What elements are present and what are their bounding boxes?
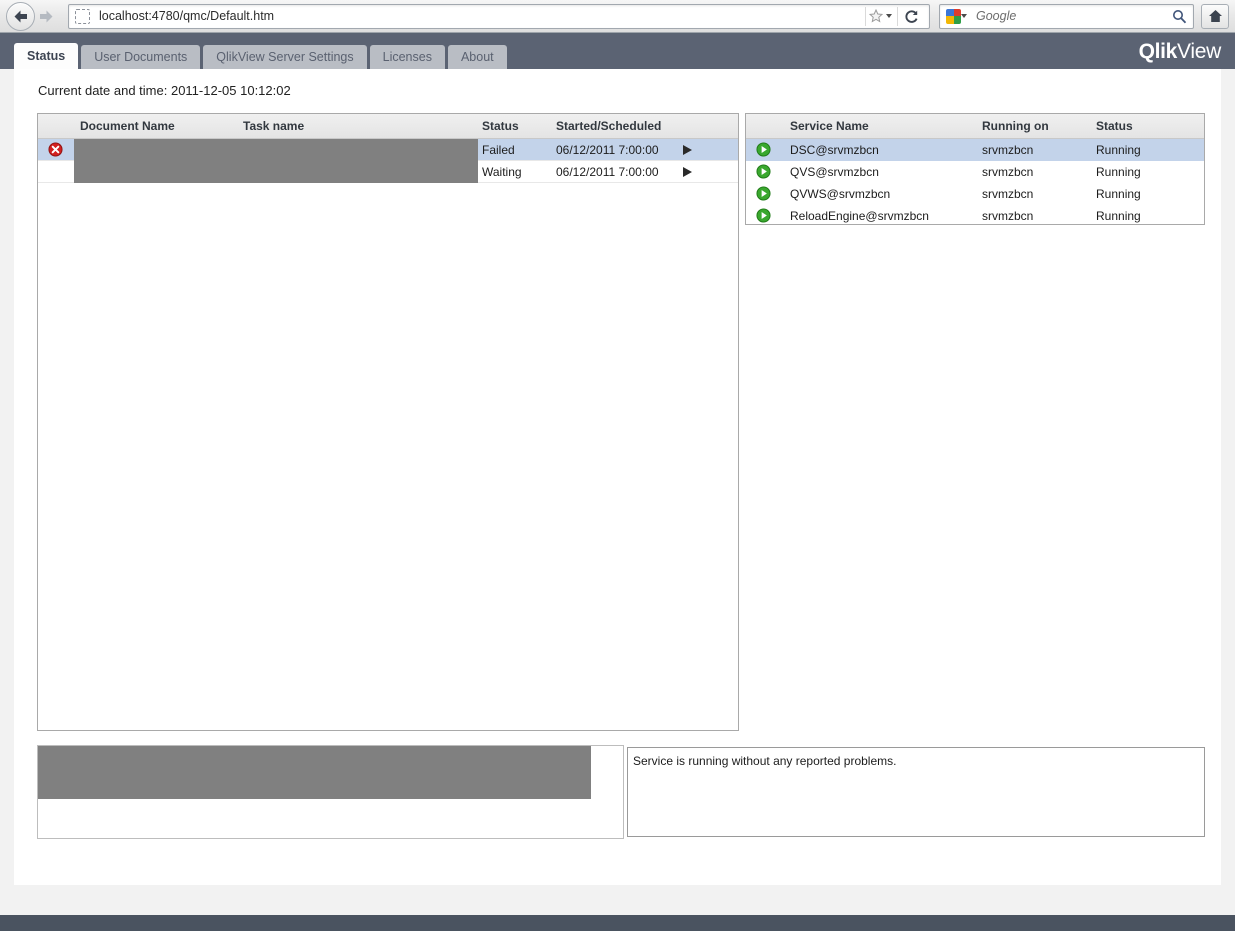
cell-service-name: ReloadEngine@srvmzbcn [790, 209, 929, 223]
column-header-running-on[interactable]: Running on [982, 119, 1049, 133]
cell-status: Waiting [482, 165, 522, 179]
logo-regular-text: View [1177, 40, 1221, 63]
service-log-panel: Service is running without any reported … [627, 747, 1205, 837]
tasks-table-header: Document Name Task name Status Started/S… [38, 114, 738, 139]
column-header-started-scheduled[interactable]: Started/Scheduled [556, 119, 661, 133]
magnifier-icon[interactable] [1172, 9, 1187, 24]
tab-about[interactable]: About [447, 45, 507, 69]
cell-service-name: DSC@srvmzbcn [790, 143, 879, 157]
play-running-icon [756, 208, 771, 223]
tab-licenses[interactable]: Licenses [369, 45, 445, 69]
browser-nav-bar: localhost:4780/qmc/Default.htm Google [0, 0, 1235, 33]
play-running-icon [756, 164, 771, 179]
run-triangle-icon[interactable] [683, 145, 692, 155]
browser-window: localhost:4780/qmc/Default.htm Google St… [0, 0, 1235, 931]
column-header-service-name[interactable]: Service Name [790, 119, 869, 133]
cell-running-on: srvmzbcn [982, 209, 1034, 223]
cell-running-on: srvmzbcn [982, 187, 1034, 201]
chevron-down-icon [886, 14, 892, 18]
tasks-panel: Document Name Task name Status Started/S… [37, 113, 739, 731]
url-text: localhost:4780/qmc/Default.htm [99, 9, 275, 23]
cell-started-scheduled: 06/12/2011 7:00:00 [556, 165, 659, 179]
column-header-task-name[interactable]: Task name [243, 119, 304, 133]
play-running-icon [756, 186, 771, 201]
service-log-message: Service is running without any reported … [633, 754, 897, 768]
forward-arrow-icon [39, 10, 52, 22]
cell-service-name: QVS@srvmzbcn [790, 165, 879, 179]
cell-service-name: QVWS@srvmzbcn [790, 187, 891, 201]
redacted-document-task-name [74, 139, 478, 161]
tab-user-documents[interactable]: User Documents [81, 45, 201, 69]
google-favicon-icon [946, 8, 961, 24]
cell-running-on: srvmzbcn [982, 143, 1034, 157]
table-row[interactable]: Failed 06/12/2011 7:00:00 [38, 139, 738, 161]
search-box[interactable]: Google [939, 3, 1194, 29]
table-row[interactable]: QVWS@srvmzbcn srvmzbcn Running [746, 183, 1204, 205]
column-header-status[interactable]: Status [482, 119, 519, 133]
bookmark-button[interactable] [865, 6, 897, 26]
cell-service-status: Running [1096, 165, 1141, 179]
cell-service-status: Running [1096, 187, 1141, 201]
reload-icon [905, 9, 918, 23]
column-header-service-status[interactable]: Status [1096, 119, 1133, 133]
back-button[interactable] [6, 1, 35, 31]
run-triangle-icon[interactable] [683, 167, 692, 177]
services-panel: Service Name Running on Status DSC@srvmz… [745, 113, 1205, 225]
search-engine-chevron-icon[interactable] [961, 14, 967, 18]
page-placeholder-icon [75, 8, 90, 24]
cell-service-status: Running [1096, 209, 1141, 223]
current-datetime-label: Current date and time: 2011-12-05 10:12:… [38, 83, 291, 98]
forward-button[interactable] [33, 3, 59, 29]
status-page-content: Current date and time: 2011-12-05 10:12:… [14, 69, 1221, 885]
app-header: Status User Documents QlikView Server Se… [0, 34, 1235, 69]
column-header-document-name[interactable]: Document Name [80, 119, 175, 133]
tab-status[interactable]: Status [14, 43, 79, 69]
error-icon [48, 142, 63, 157]
table-row[interactable]: Waiting 06/12/2011 7:00:00 [38, 161, 738, 183]
search-input[interactable]: Google [976, 9, 1172, 23]
table-row[interactable]: ReloadEngine@srvmzbcn srvmzbcn Running [746, 205, 1204, 227]
redacted-detail-content [38, 746, 591, 799]
logo-bold-text: Qlik [1138, 40, 1178, 63]
home-icon [1208, 10, 1222, 22]
table-row[interactable]: QVS@srvmzbcn srvmzbcn Running [746, 161, 1204, 183]
address-bar[interactable]: localhost:4780/qmc/Default.htm [68, 3, 930, 29]
tab-qlikview-server-settings[interactable]: QlikView Server Settings [203, 45, 367, 69]
star-icon [869, 9, 883, 23]
back-arrow-icon [14, 10, 27, 22]
reload-button[interactable] [897, 6, 923, 26]
home-button[interactable] [1201, 3, 1229, 29]
task-detail-panel [37, 745, 624, 839]
redacted-document-task-name [74, 161, 478, 183]
table-row[interactable]: DSC@srvmzbcn srvmzbcn Running [746, 139, 1204, 161]
main-tabs: Status User Documents QlikView Server Se… [14, 43, 507, 69]
play-running-icon [756, 142, 771, 157]
cell-running-on: srvmzbcn [982, 165, 1034, 179]
services-table-header: Service Name Running on Status [746, 114, 1204, 139]
cell-started-scheduled: 06/12/2011 7:00:00 [556, 143, 659, 157]
cell-status: Failed [482, 143, 515, 157]
cell-service-status: Running [1096, 143, 1141, 157]
qlikview-logo: QlikView [1138, 40, 1222, 64]
